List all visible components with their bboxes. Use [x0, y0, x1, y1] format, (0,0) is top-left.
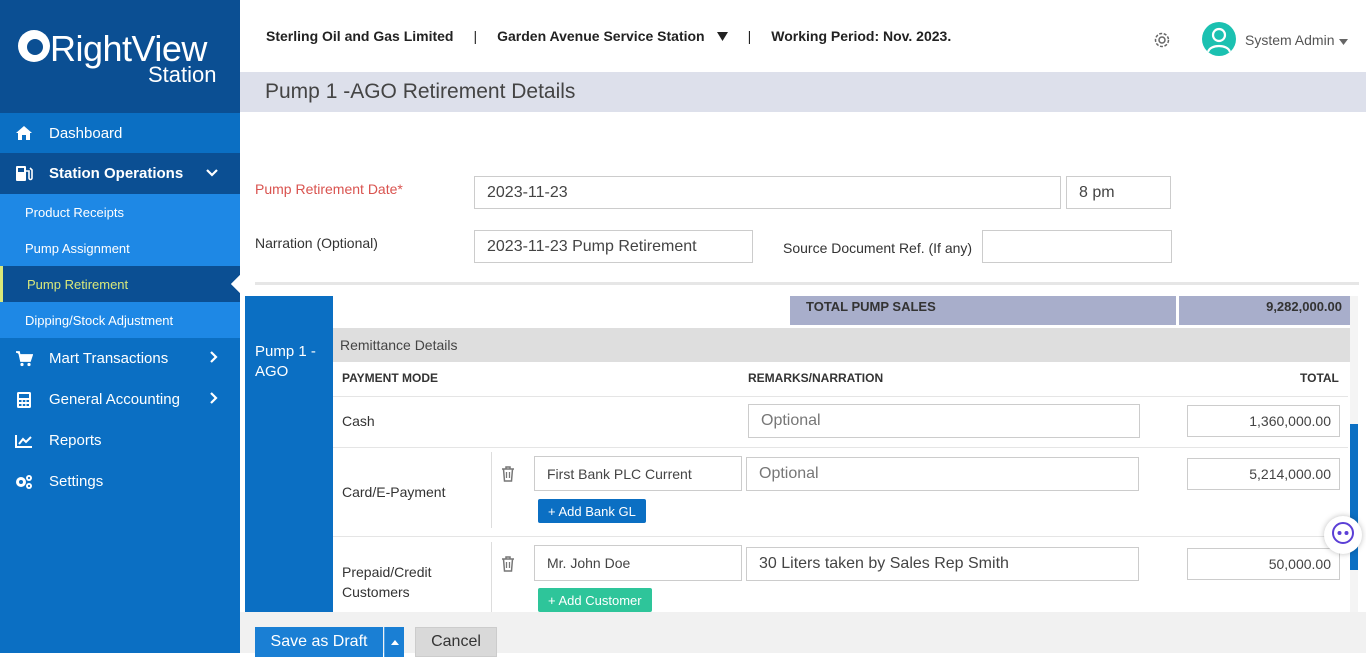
- nav-station-operations-label: Station Operations: [49, 165, 184, 182]
- chevron-right-icon: [210, 392, 218, 407]
- nav-dashboard[interactable]: Dashboard: [0, 113, 240, 153]
- customer-select[interactable]: Mr. John Doe: [534, 545, 742, 581]
- card-remarks-input[interactable]: Optional: [746, 457, 1139, 491]
- cell-divider: [491, 452, 492, 528]
- nav-reports[interactable]: Reports: [0, 420, 240, 461]
- trash-icon[interactable]: [500, 555, 516, 573]
- chevron-right-icon: [210, 351, 218, 366]
- row-divider: [333, 396, 1348, 397]
- col-total: TOTAL: [1300, 371, 1339, 385]
- nav-mart-transactions-label: Mart Transactions: [49, 350, 169, 367]
- brand-sub: Station: [148, 62, 217, 87]
- brand-logo[interactable]: RightView Station: [0, 0, 240, 113]
- caret-down-icon: [716, 28, 728, 44]
- source-doc-input[interactable]: [982, 230, 1172, 263]
- trash-icon[interactable]: [500, 465, 516, 483]
- line-chart-icon: [14, 433, 34, 449]
- caret-down-icon: [1339, 32, 1349, 48]
- prepaid-label: Prepaid/Credit Customers: [342, 562, 432, 602]
- row-divider: [333, 447, 1348, 448]
- separator: |: [473, 28, 478, 44]
- card-label: Card/E-Payment: [342, 484, 446, 500]
- prepaid-remarks-input[interactable]: 30 Liters taken by Sales Rep Smith: [746, 547, 1139, 581]
- active-pointer-icon: [231, 275, 240, 293]
- top-bar: Sterling Oil and Gas Limited | Garden Av…: [240, 0, 1366, 72]
- sub-item-pump-assignment[interactable]: Pump Assignment: [0, 230, 240, 266]
- bank-account-select[interactable]: First Bank PLC Current: [534, 456, 742, 491]
- page-title: Pump 1 -AGO Retirement Details: [240, 72, 1366, 112]
- nav-settings-label: Settings: [49, 473, 104, 490]
- nav-general-accounting-label: General Accounting: [49, 391, 180, 408]
- avatar[interactable]: [1202, 22, 1236, 56]
- logo-icon: [18, 30, 50, 62]
- add-bank-gl-button[interactable]: + Add Bank GL: [538, 499, 646, 523]
- home-icon: [14, 125, 34, 141]
- pump-label: Pump 1 - AGO: [245, 296, 333, 612]
- gears-icon: [14, 474, 34, 490]
- sub-item-dipping-stock[interactable]: Dipping/Stock Adjustment: [0, 302, 240, 338]
- separator: |: [747, 28, 752, 44]
- retirement-date-label: Pump Retirement Date*: [255, 181, 403, 197]
- cell-divider: [491, 542, 492, 612]
- narration-input[interactable]: 2023-11-23 Pump Retirement: [474, 230, 753, 263]
- sidebar: RightView Station Dashboard Station Oper…: [0, 0, 240, 653]
- retirement-time-input[interactable]: 8 pm: [1066, 176, 1171, 209]
- sub-item-product-receipts[interactable]: Product Receipts: [0, 194, 240, 230]
- nav-settings[interactable]: Settings: [0, 461, 240, 502]
- cash-total-input[interactable]: 1,360,000.00: [1187, 405, 1340, 437]
- card-total-input[interactable]: 5,214,000.00: [1187, 458, 1340, 490]
- prepaid-total-input[interactable]: 50,000.00: [1187, 548, 1340, 580]
- fuel-pump-icon: [14, 166, 34, 182]
- total-sales-label: TOTAL PUMP SALES: [790, 296, 1176, 325]
- divider: [255, 282, 1359, 285]
- footer-bar: [240, 612, 1366, 653]
- station-name: Garden Avenue Service Station: [497, 28, 705, 44]
- nav-station-operations[interactable]: Station Operations: [0, 153, 240, 194]
- chat-bot-icon: [1331, 521, 1355, 550]
- remittance-header: Remittance Details: [333, 328, 1351, 362]
- chevron-down-icon: [206, 166, 218, 180]
- calculator-icon: [14, 391, 34, 408]
- company-name[interactable]: Sterling Oil and Gas Limited: [266, 28, 453, 44]
- narration-label: Narration (Optional): [255, 235, 378, 251]
- prepaid-label-line1: Prepaid/Credit: [342, 564, 432, 580]
- nav-mart-transactions[interactable]: Mart Transactions: [0, 338, 240, 379]
- total-sales-value: 9,282,000.00: [1179, 296, 1350, 325]
- cash-label: Cash: [342, 413, 375, 429]
- row-divider: [333, 536, 1348, 537]
- cart-icon: [14, 350, 34, 367]
- nav-dashboard-label: Dashboard: [49, 124, 123, 142]
- working-period: Working Period: Nov. 2023.: [771, 28, 952, 44]
- user-menu[interactable]: System Admin: [1245, 32, 1349, 48]
- prepaid-label-line2: Customers: [342, 584, 410, 600]
- gear-icon[interactable]: [1152, 30, 1172, 50]
- cash-remarks-input[interactable]: Optional: [748, 404, 1140, 438]
- pump-name-line2: AGO: [255, 363, 289, 380]
- station-selector[interactable]: Garden Avenue Service Station: [497, 28, 728, 44]
- nav-reports-label: Reports: [49, 432, 102, 449]
- user-name: System Admin: [1245, 32, 1335, 48]
- sub-item-pump-retirement[interactable]: Pump Retirement: [0, 266, 240, 302]
- retirement-date-input[interactable]: 2023-11-23: [474, 176, 1061, 209]
- pump-name-line1: Pump 1 -: [255, 343, 316, 360]
- col-payment-mode: PAYMENT MODE: [342, 371, 439, 385]
- nav-general-accounting[interactable]: General Accounting: [0, 379, 240, 420]
- caret-up-icon: [390, 637, 399, 647]
- source-doc-label: Source Document Ref. (If any): [783, 240, 973, 256]
- chat-assistant-button[interactable]: [1324, 516, 1362, 554]
- add-customer-button[interactable]: + Add Customer: [538, 588, 652, 612]
- col-remarks: REMARKS/NARRATION: [748, 371, 884, 385]
